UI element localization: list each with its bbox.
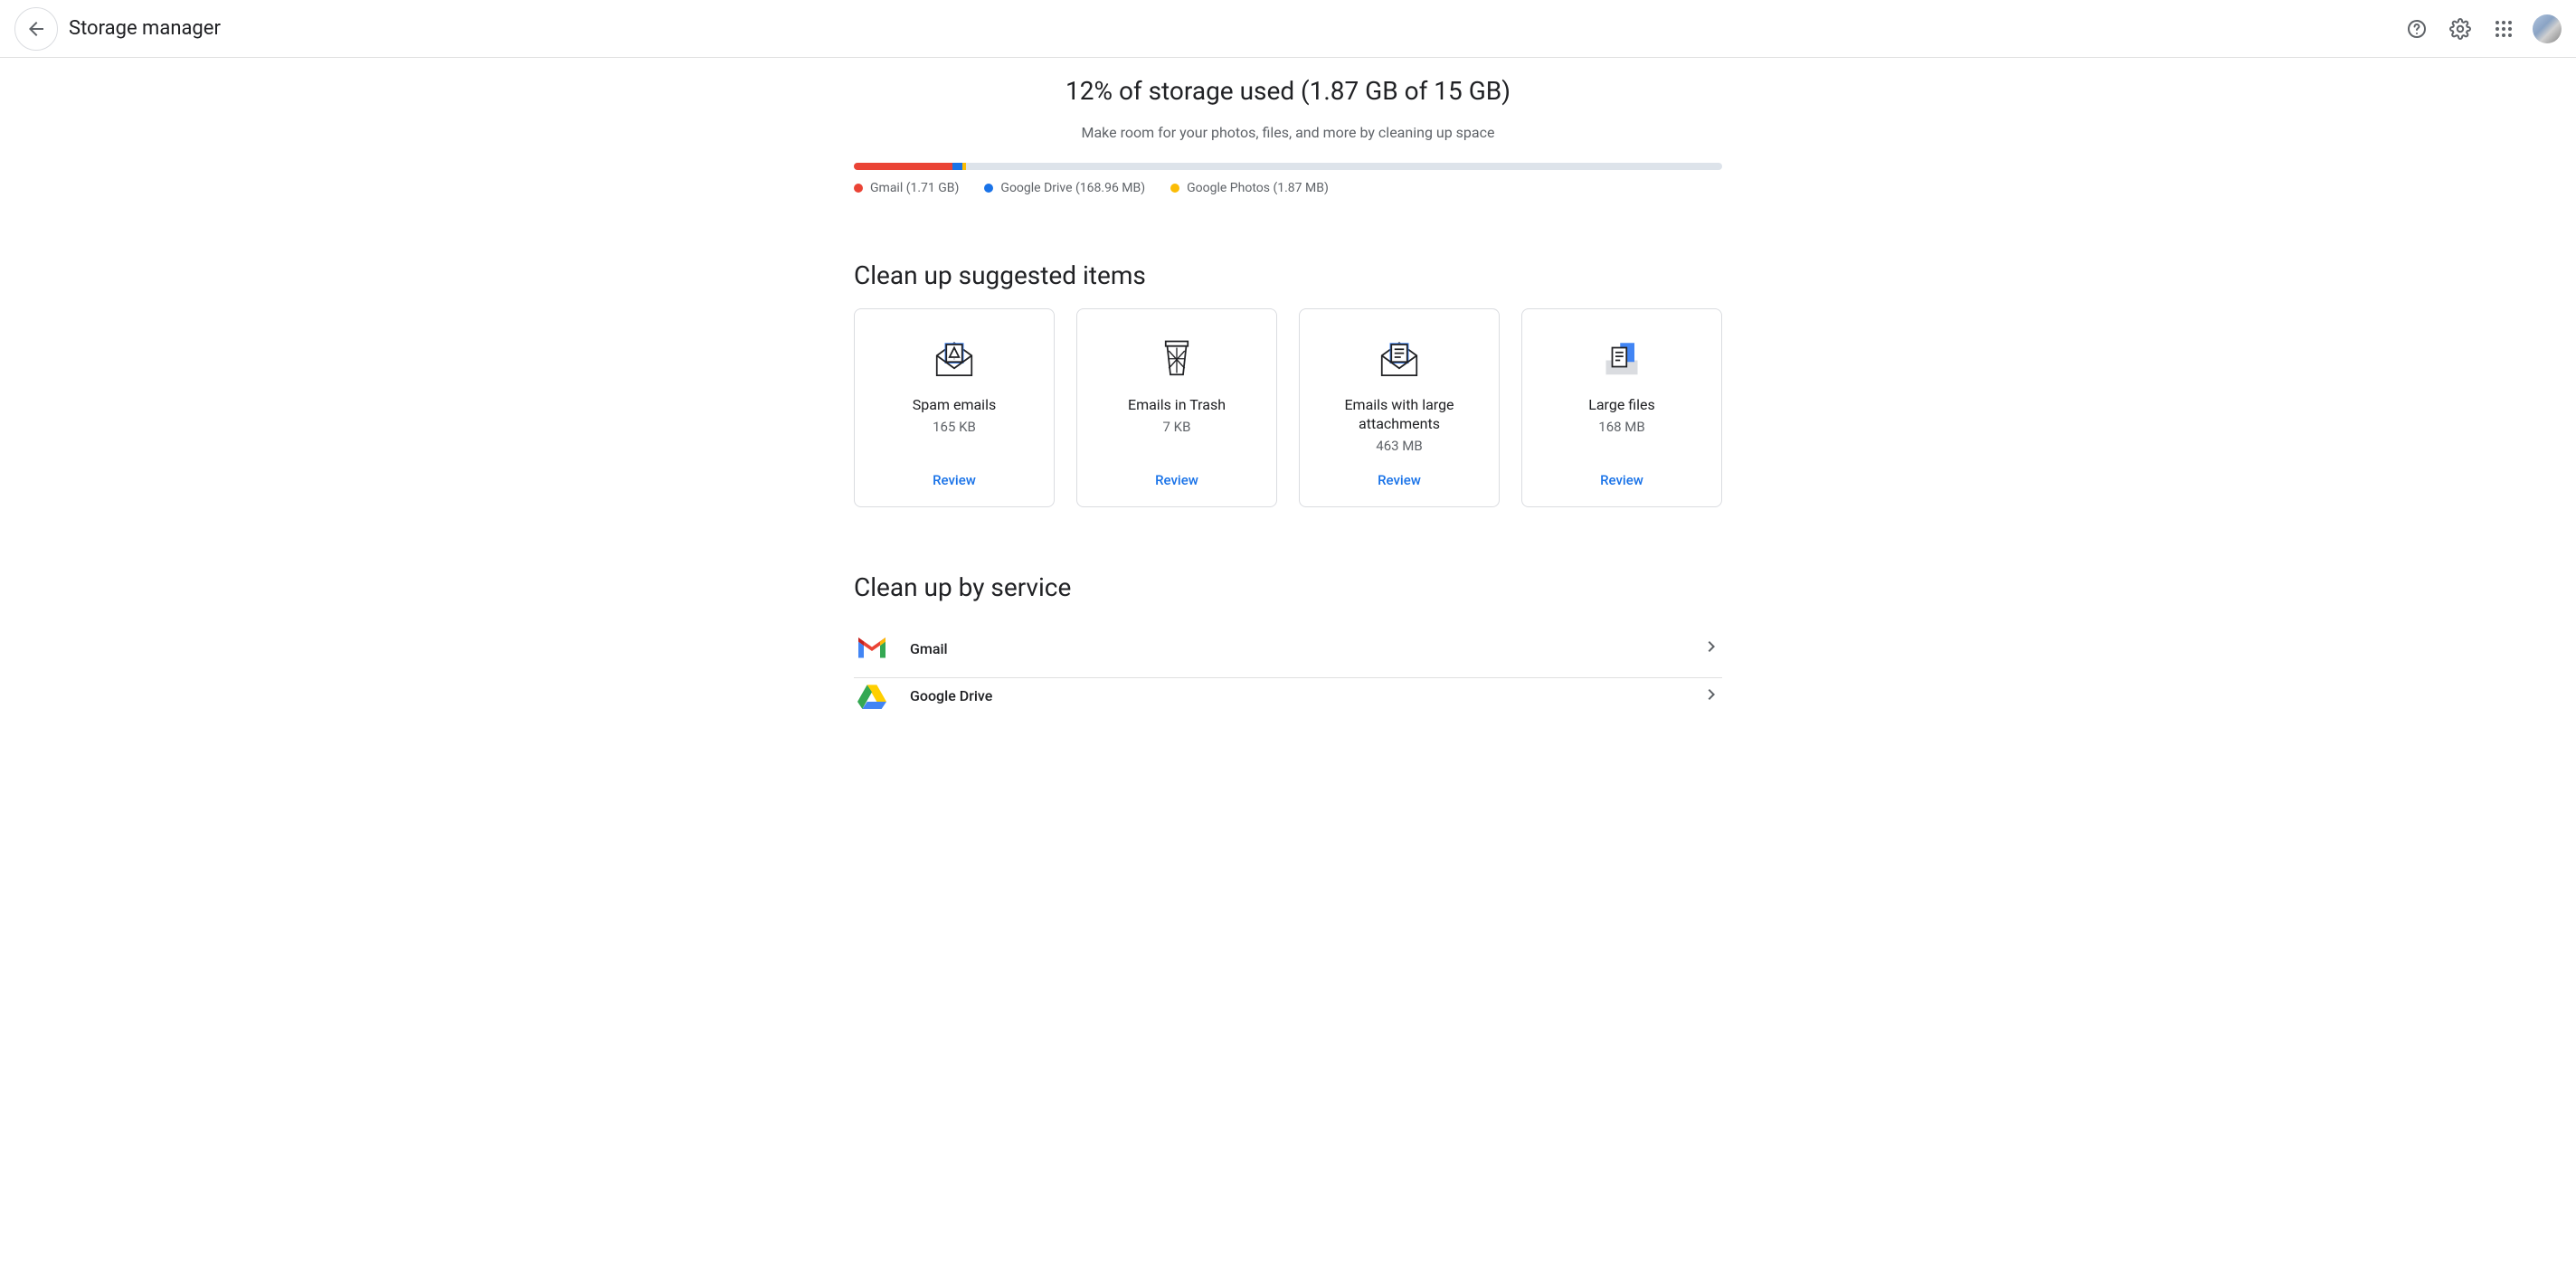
account-avatar[interactable] bbox=[2533, 14, 2562, 43]
legend-label: Gmail (1.71 GB) bbox=[870, 181, 959, 195]
card-size: 7 KB bbox=[1163, 419, 1191, 435]
page-title: Storage manager bbox=[69, 17, 221, 40]
legend-item-gmail: Gmail (1.71 GB) bbox=[854, 181, 959, 195]
help-button[interactable] bbox=[2399, 11, 2435, 47]
card-emails-trash: Emails in Trash 7 KB Review bbox=[1076, 308, 1277, 507]
gmail-icon bbox=[854, 630, 890, 666]
files-icon bbox=[1596, 331, 1647, 383]
card-title: Large files bbox=[1588, 396, 1655, 415]
legend-dot-icon bbox=[1170, 184, 1179, 193]
legend-item-photos: Google Photos (1.87 MB) bbox=[1170, 181, 1329, 195]
card-large-files: Large files 168 MB Review bbox=[1521, 308, 1722, 507]
review-button[interactable]: Review bbox=[1378, 454, 1421, 488]
storage-usage-sub: Make room for your photos, files, and mo… bbox=[854, 124, 1722, 141]
apps-button[interactable] bbox=[2486, 11, 2522, 47]
legend-label: Google Drive (168.96 MB) bbox=[1000, 181, 1145, 195]
arrow-left-icon bbox=[25, 18, 47, 40]
legend-item-drive: Google Drive (168.96 MB) bbox=[984, 181, 1145, 195]
review-button[interactable]: Review bbox=[933, 454, 976, 488]
header-right bbox=[2399, 11, 2562, 47]
suggested-cards: Spam emails 165 KB Review Emails in Tras… bbox=[854, 308, 1722, 507]
attachment-envelope-icon bbox=[1374, 331, 1425, 383]
storage-seg-photos bbox=[962, 163, 966, 170]
settings-button[interactable] bbox=[2442, 11, 2478, 47]
service-row-drive[interactable]: Google Drive bbox=[854, 678, 1722, 714]
header: Storage manager bbox=[0, 0, 2576, 58]
drive-icon bbox=[854, 678, 890, 714]
service-row-gmail[interactable]: Gmail bbox=[854, 620, 1722, 678]
review-button[interactable]: Review bbox=[1155, 454, 1198, 488]
card-size: 165 KB bbox=[933, 419, 976, 435]
chevron-right-icon bbox=[1700, 636, 1722, 661]
card-title: Spam emails bbox=[913, 396, 996, 415]
service-label: Gmail bbox=[910, 640, 948, 657]
storage-seg-gmail bbox=[854, 163, 952, 170]
storage-bar bbox=[854, 163, 1722, 170]
card-large-attachments: Emails with large attachments 463 MB Rev… bbox=[1299, 308, 1500, 507]
legend-dot-icon bbox=[854, 184, 863, 193]
trash-icon bbox=[1151, 331, 1202, 383]
card-title: Emails with large attachments bbox=[1314, 396, 1484, 434]
card-size: 168 MB bbox=[1598, 419, 1644, 435]
by-service-heading: Clean up by service bbox=[854, 572, 1722, 602]
card-title: Emails in Trash bbox=[1128, 396, 1226, 415]
main-content: 12% of storage used (1.87 GB of 15 GB) M… bbox=[854, 58, 1722, 769]
legend-dot-icon bbox=[984, 184, 993, 193]
storage-seg-drive bbox=[952, 163, 962, 170]
chevron-right-icon bbox=[1700, 684, 1722, 709]
help-icon bbox=[2406, 18, 2428, 40]
service-label: Google Drive bbox=[910, 687, 992, 704]
card-size: 463 MB bbox=[1376, 438, 1422, 454]
storage-usage-heading: 12% of storage used (1.87 GB of 15 GB) bbox=[854, 76, 1722, 106]
legend-label: Google Photos (1.87 MB) bbox=[1187, 181, 1329, 195]
back-button[interactable] bbox=[14, 7, 58, 51]
review-button[interactable]: Review bbox=[1600, 454, 1643, 488]
gear-icon bbox=[2449, 18, 2471, 40]
spam-envelope-icon bbox=[929, 331, 980, 383]
card-spam-emails: Spam emails 165 KB Review bbox=[854, 308, 1055, 507]
suggested-heading: Clean up suggested items bbox=[854, 260, 1722, 290]
storage-legend: Gmail (1.71 GB) Google Drive (168.96 MB)… bbox=[854, 181, 1722, 195]
apps-grid-icon bbox=[2493, 18, 2514, 40]
